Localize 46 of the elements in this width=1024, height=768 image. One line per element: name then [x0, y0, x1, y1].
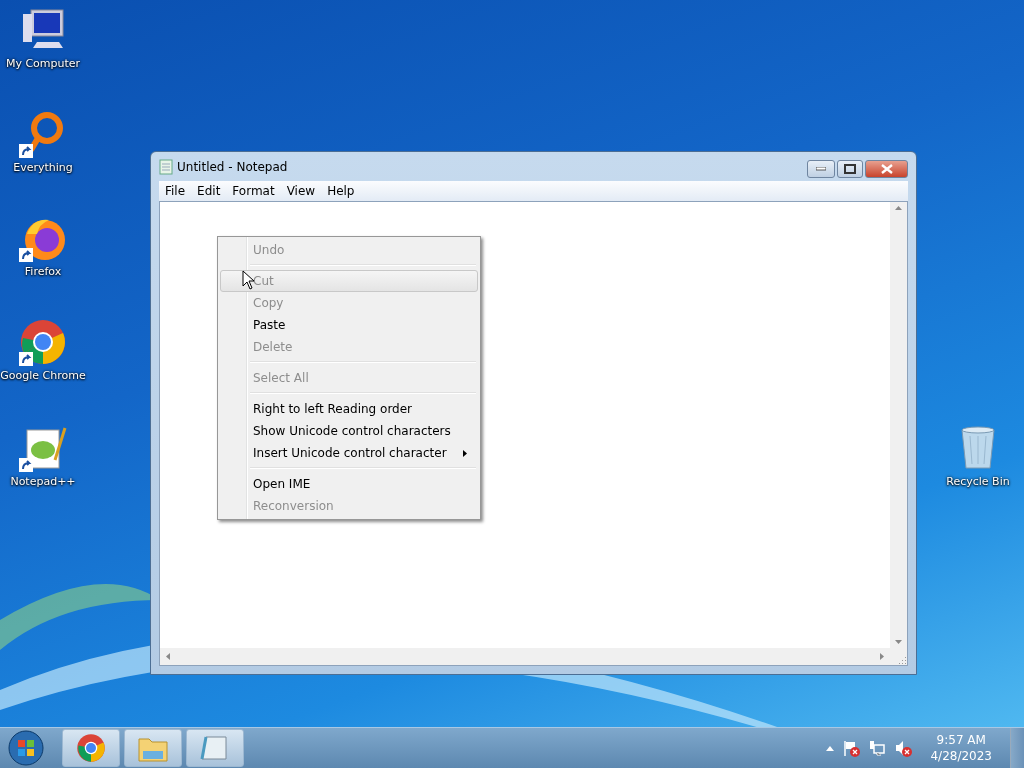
chrome-icon [19, 318, 67, 366]
menu-item[interactable]: File [159, 182, 192, 200]
shortcut-arrow-icon [19, 458, 33, 472]
desktop-icon[interactable]: Notepad++ [0, 424, 86, 489]
taskbar-app-button[interactable] [62, 729, 120, 767]
notepad-icon [159, 158, 173, 175]
chrome-icon [76, 733, 106, 763]
shortcut-arrow-icon [19, 352, 33, 366]
scroll-right-icon[interactable] [880, 653, 884, 660]
resize-grip-icon[interactable] [897, 655, 907, 665]
show-hidden-icons-icon[interactable] [826, 745, 835, 751]
context-menu-item[interactable]: Paste [220, 314, 478, 336]
notepad-icon [200, 733, 230, 763]
taskbar-app-button[interactable] [124, 729, 182, 767]
taskbar-app-button[interactable] [186, 729, 244, 767]
context-menu-item[interactable]: Right to left Reading order [220, 398, 478, 420]
desktop-icon[interactable]: Firefox [0, 214, 86, 279]
shortcut-arrow-icon [19, 248, 33, 262]
network-icon[interactable] [868, 739, 887, 757]
maximize-button[interactable] [837, 160, 863, 178]
horizontal-scrollbar[interactable] [160, 648, 890, 665]
context-menu-item[interactable]: Show Unicode control characters [220, 420, 478, 442]
submenu-arrow-icon [463, 449, 467, 457]
mouse-pointer-icon [242, 270, 254, 290]
window-title: Untitled - Notepad [177, 159, 288, 174]
scroll-down-icon[interactable] [895, 640, 902, 644]
flag-error-icon[interactable] [842, 739, 861, 757]
vertical-scrollbar[interactable] [890, 202, 907, 648]
menu-item[interactable]: View [280, 182, 322, 200]
menu-item[interactable]: Help [321, 182, 361, 200]
desktop-icon[interactable]: Everything [0, 110, 86, 175]
close-button[interactable] [865, 160, 908, 178]
context-menu-item[interactable]: Open IME [220, 473, 478, 495]
menu-item[interactable]: Format [226, 182, 281, 200]
shortcut-arrow-icon [19, 144, 33, 158]
scroll-left-icon[interactable] [166, 653, 170, 660]
desktop-icon[interactable]: My Computer [0, 6, 86, 71]
speaker-muted-icon[interactable] [894, 739, 913, 757]
maximize-icon [844, 164, 856, 174]
desktop-icon[interactable]: Google Chrome [0, 318, 86, 383]
desktop-icon[interactable]: Recycle Bin [935, 424, 1021, 489]
scroll-up-icon[interactable] [895, 206, 902, 210]
context-menu-item[interactable]: Insert Unicode control character [220, 442, 478, 464]
minimize-icon [816, 167, 826, 171]
menu-item[interactable]: Edit [191, 182, 227, 200]
close-icon [880, 164, 893, 174]
